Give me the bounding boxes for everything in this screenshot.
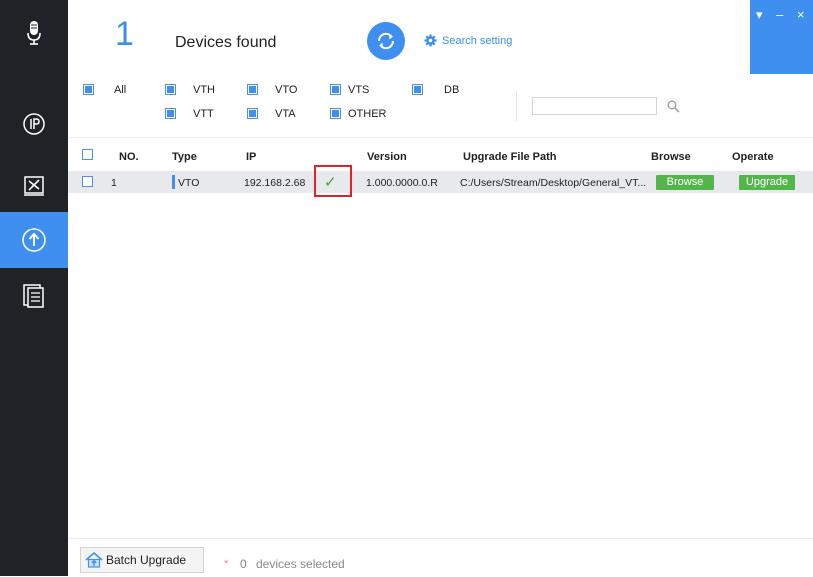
column-header-operate: Operate — [732, 151, 774, 163]
device-type-filters — [68, 75, 813, 137]
row-version: 1.000.0000.0.R — [366, 177, 438, 189]
search-setting-link[interactable]: Search setting — [424, 34, 512, 47]
column-header-ip: IP — [246, 151, 257, 163]
filter-vts-checkbox[interactable] — [330, 84, 341, 95]
filter-vto-checkbox[interactable] — [247, 84, 258, 95]
ip-icon — [23, 113, 45, 135]
column-header-browse: Browse — [651, 151, 691, 163]
upgrade-button[interactable]: Upgrade — [739, 175, 795, 190]
filter-vta-label: VTA — [275, 108, 296, 120]
filter-vto-label: VTO — [275, 84, 298, 96]
search-setting-label: Search setting — [442, 34, 513, 47]
row-no: 1 — [111, 177, 117, 189]
document-icon — [23, 284, 44, 308]
filter-db-label: DB — [444, 84, 460, 96]
column-header-no: NO. — [119, 151, 139, 163]
filter-vta-checkbox[interactable] — [247, 108, 258, 119]
found-label: Devices found — [175, 34, 277, 51]
status-highlight-box — [314, 165, 352, 197]
search-icon[interactable] — [667, 100, 680, 113]
filter-vth-label: VTH — [193, 84, 215, 96]
filter-vtt-label: VTT — [193, 108, 214, 120]
batch-upgrade-label: Batch Upgrade — [106, 553, 187, 567]
home-upgrade-icon — [85, 552, 103, 568]
sidebar-item-tools[interactable] — [0, 160, 68, 212]
sidebar-item-ip[interactable] — [0, 98, 68, 150]
column-header-upgrade-file-path: Upgrade File Path — [463, 151, 557, 163]
required-star: * — [224, 558, 229, 570]
filter-other-label: OTHER — [348, 108, 387, 120]
found-count: 1 — [115, 15, 134, 53]
type-indicator — [172, 175, 175, 189]
refresh-button[interactable] — [367, 22, 405, 60]
filter-divider — [516, 91, 517, 121]
filter-all-checkbox[interactable] — [83, 84, 94, 95]
column-header-type: Type — [172, 151, 197, 163]
menu-dropdown-icon[interactable]: ▾ — [756, 8, 763, 21]
column-header-version: Version — [367, 151, 407, 163]
sidebar-item-upgrade[interactable] — [0, 212, 68, 268]
table-header: NO. Type IP Version Upgrade File Path Br… — [68, 137, 813, 172]
upgrade-icon — [22, 228, 46, 252]
filter-db-checkbox[interactable] — [412, 84, 423, 95]
microphone-icon — [27, 21, 41, 45]
filter-other-checkbox[interactable] — [330, 108, 341, 119]
row-type: VTO — [178, 177, 200, 189]
filter-all-label: All — [114, 84, 127, 96]
sidebar-item-microphone[interactable] — [0, 8, 68, 60]
selected-count: 0 — [240, 557, 247, 571]
refresh-icon — [377, 32, 395, 50]
sidebar — [0, 0, 68, 576]
window-controls: ▾ – × — [750, 0, 813, 74]
device-search-input[interactable] — [532, 97, 657, 115]
tools-icon — [24, 176, 44, 196]
gear-icon — [424, 34, 437, 47]
sidebar-item-document[interactable] — [0, 270, 68, 322]
browse-button[interactable]: Browse — [656, 175, 714, 190]
minimize-icon[interactable]: – — [776, 8, 783, 21]
row-ip: 192.168.2.68 — [244, 177, 306, 189]
batch-upgrade-button[interactable]: Batch Upgrade — [80, 547, 204, 573]
row-checkbox[interactable] — [82, 176, 93, 187]
close-icon[interactable]: × — [797, 8, 805, 21]
filter-vts-label: VTS — [348, 84, 370, 96]
selected-label: devices selected — [256, 557, 345, 571]
row-upgrade-file-path: C:/Users/Stream/Desktop/General_VT... — [460, 177, 647, 189]
filter-vth-checkbox[interactable] — [165, 84, 176, 95]
filter-vtt-checkbox[interactable] — [165, 108, 176, 119]
select-all-checkbox[interactable] — [82, 149, 93, 160]
